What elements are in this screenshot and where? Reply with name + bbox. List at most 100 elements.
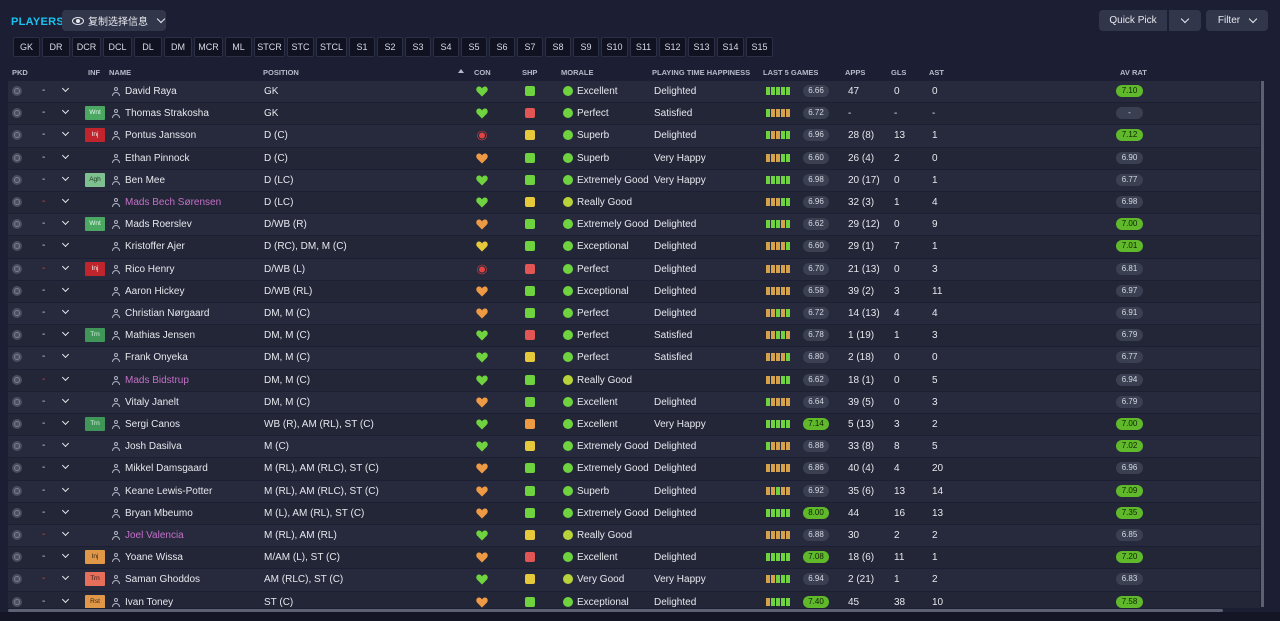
position-tab-mcr[interactable]: MCR [194,37,223,57]
pick-toggle[interactable] [12,241,22,252]
pick-toggle[interactable] [12,507,22,518]
position-tab-s10[interactable]: S10 [601,37,628,57]
pick-toggle[interactable] [12,485,22,496]
player-name[interactable]: Mads Roerslev [125,214,192,235]
position-tab-dl[interactable]: DL [134,37,162,57]
row-chevron-down-icon[interactable] [61,462,70,470]
pick-toggle[interactable] [12,330,22,341]
position-tab-s4[interactable]: S4 [433,37,459,57]
table-row[interactable]: - David Raya GK Excellent Delighted 6.66 47 0 0 7… [8,81,1260,103]
col-ast[interactable]: AST [929,68,944,77]
row-chevron-down-icon[interactable] [61,329,70,337]
pick-toggle[interactable] [12,130,22,141]
player-name[interactable]: Mads Bech Sørensen [125,192,221,213]
row-chevron-down-icon[interactable] [61,573,70,581]
table-row[interactable]: - Kristoffer Ajer D (RC), DM, M (C) Excepti… [8,236,1260,258]
row-chevron-down-icon[interactable] [61,240,70,248]
row-chevron-down-icon[interactable] [61,306,70,315]
position-tab-dcr[interactable]: DCR [72,37,101,57]
col-apps[interactable]: APPS [845,68,865,77]
pick-toggle[interactable] [12,219,22,230]
col-pkd[interactable]: PKD [12,68,28,77]
player-name[interactable]: Bryan Mbeumo [125,503,193,524]
vertical-scrollbar[interactable] [1261,81,1264,607]
position-tab-s7[interactable]: S7 [517,37,543,57]
col-con[interactable]: CON [474,68,491,77]
position-tab-s1[interactable]: S1 [349,37,375,57]
col-playing-time-happiness[interactable]: PLAYING TIME HAPPINESS [652,68,750,77]
table-row[interactable]: - Inj Yoane Wissa M/AM (L), ST (C) Excellent… [8,547,1260,569]
table-row[interactable]: - Wnt Mads Roerslev D/WB (R) Extremely Good D… [8,214,1260,236]
pick-toggle[interactable] [12,86,22,96]
pick-toggle[interactable] [12,530,22,540]
player-name[interactable]: Mathias Jensen [125,325,195,346]
row-chevron-down-icon[interactable] [61,151,70,159]
position-tab-s3[interactable]: S3 [405,37,431,57]
pick-toggle[interactable] [12,152,22,163]
player-name[interactable]: Mikkel Damsgaard [125,458,208,479]
col-last-5-games[interactable]: LAST 5 GAMES [763,68,818,77]
player-name[interactable]: Thomas Strakosha [125,103,209,124]
col-av-rat[interactable]: AV RAT [1120,68,1147,77]
position-tab-ml[interactable]: ML [225,37,252,57]
pick-toggle[interactable] [12,552,22,563]
table-row[interactable]: - Vitaly Janelt DM, M (C) Excellent Delighte… [8,391,1260,413]
pick-toggle[interactable] [12,197,22,207]
position-tab-s5[interactable]: S5 [461,37,487,57]
player-name[interactable]: David Raya [125,81,177,102]
table-row[interactable]: - Keane Lewis-Potter M (RL), AM (RLC), ST … [8,480,1260,502]
row-chevron-down-icon[interactable] [61,484,70,492]
table-row[interactable]: - Trn Mathias Jensen DM, M (C) Perfect Satisf… [8,325,1260,347]
table-row[interactable]: - Agh Ben Mee D (LC) Extremely Good Very Happ… [8,169,1260,191]
table-row[interactable]: - Aaron Hickey D/WB (RL) Exceptional Delight… [8,280,1260,302]
pick-toggle[interactable] [12,308,22,318]
position-tab-s12[interactable]: S12 [659,37,686,57]
position-tab-s9[interactable]: S9 [573,37,599,57]
pick-toggle[interactable] [12,419,22,429]
position-tab-dm[interactable]: DM [164,37,192,57]
pick-toggle[interactable] [12,108,22,119]
row-chevron-down-icon[interactable] [61,551,70,559]
position-tab-dr[interactable]: DR [42,37,70,57]
row-chevron-down-icon[interactable] [61,84,70,93]
table-row[interactable]: - Inj Pontus Jansson D (C) Superb Delighted 6.… [8,125,1260,147]
position-tab-stcl[interactable]: STCL [316,37,347,57]
position-tab-s11[interactable]: S11 [630,37,657,57]
col-gls[interactable]: GLS [891,68,906,77]
row-chevron-down-icon[interactable] [61,262,70,270]
table-row[interactable]: - Trn Saman Ghoddos AM (RLC), ST (C) Very Go… [8,569,1260,591]
row-chevron-down-icon[interactable] [61,440,70,448]
player-name[interactable]: Joel Valencia [125,525,184,546]
player-name[interactable]: Sergi Canos [125,414,180,435]
player-name[interactable]: Vitaly Janelt [125,392,179,413]
player-name[interactable]: Ben Mee [125,170,165,191]
table-row[interactable]: - Trn Sergi Canos WB (R), AM (RL), ST (C) Ex… [8,414,1260,436]
col-position[interactable]: POSITION [263,68,299,77]
position-tab-dcl[interactable]: DCL [103,37,132,57]
row-chevron-down-icon[interactable] [61,129,70,137]
row-chevron-down-icon[interactable] [61,595,70,603]
col-name[interactable]: NAME [109,68,131,77]
quick-pick-button[interactable]: Quick Pick [1099,10,1167,31]
position-tab-s15[interactable]: S15 [746,37,773,57]
pick-toggle[interactable] [12,174,22,185]
table-row[interactable]: - Christian Nørgaard DM, M (C) Perfect Delig… [8,303,1260,325]
table-row[interactable]: - Mikkel Damsgaard M (RL), AM (RLC), ST (C… [8,458,1260,480]
table-row[interactable]: - Frank Onyeka DM, M (C) Perfect Satisfied 6.… [8,347,1260,369]
pick-toggle[interactable] [12,463,22,474]
table-row[interactable]: - Wnt Thomas Strakosha GK Perfect Satisfied 6.… [8,103,1260,125]
position-tab-s14[interactable]: S14 [717,37,744,57]
position-tab-gk[interactable]: GK [13,37,40,57]
quick-pick-dropdown[interactable] [1169,10,1201,31]
row-chevron-down-icon[interactable] [61,395,70,403]
table-row[interactable]: - Mads Bidstrup DM, M (C) Really Good 6.62 18… [8,369,1260,391]
position-tab-s2[interactable]: S2 [377,37,403,57]
row-chevron-down-icon[interactable] [61,218,70,226]
table-row[interactable]: - Joel Valencia M (RL), AM (RL) Really Good… [8,525,1260,547]
pick-toggle[interactable] [12,263,22,274]
player-name[interactable]: Christian Nørgaard [125,303,209,324]
col-inf[interactable]: INF [88,68,100,77]
row-chevron-down-icon[interactable] [61,528,70,537]
position-tab-stcr[interactable]: STCR [254,37,285,57]
player-name[interactable]: Frank Onyeka [125,347,188,368]
